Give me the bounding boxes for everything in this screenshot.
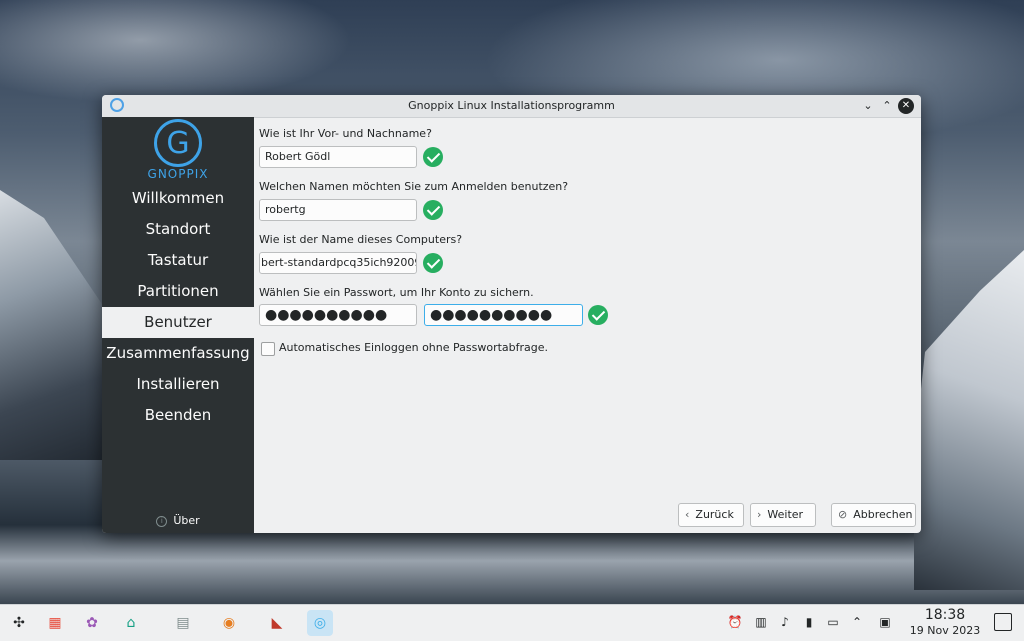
usb-icon[interactable]: ▮ — [800, 613, 818, 631]
name-value: Robert Gödl — [265, 150, 331, 163]
step-zusammenfassung: Zusammenfassung — [106, 344, 250, 362]
cancel-icon: ⊘ — [838, 508, 848, 521]
computer-name-valid-icon — [423, 253, 443, 273]
title-bar[interactable]: Gnoppix Linux Installationsprogramm ⌄ ⌃ … — [102, 95, 921, 118]
login-question: Welchen Namen möchten Sie zum Anmelden b… — [259, 180, 569, 193]
show-desktop-icon[interactable] — [994, 613, 1012, 631]
step-beenden: Beenden — [144, 406, 212, 424]
clock-time[interactable]: 18:38 — [920, 607, 970, 623]
logo-text: GNOPPIX — [147, 167, 209, 181]
autologin-label[interactable]: Automatisches Einloggen ohne Passwortabf… — [279, 341, 548, 354]
step-willkommen: Willkommen — [131, 189, 225, 207]
maximize-icon[interactable]: ⌃ — [879, 98, 895, 114]
password-field[interactable]: ●●●●●●●●●● — [259, 304, 417, 326]
next-label: Weiter — [767, 508, 804, 521]
name-question: Wie ist Ihr Vor- und Nachname? — [259, 127, 432, 140]
sidebar: G GNOPPIX Willkommen Standort Tastatur P… — [102, 117, 254, 533]
cancel-button[interactable]: ⊘ Abbrechen — [831, 503, 916, 527]
wallpaper-mountain-right — [914, 250, 1024, 590]
back-button[interactable]: ‹ Zurück — [678, 503, 744, 527]
close-icon[interactable]: ✕ — [898, 98, 914, 114]
login-field[interactable]: robertg — [259, 199, 417, 221]
name-field[interactable]: Robert Gödl — [259, 146, 417, 168]
info-icon: i — [156, 516, 168, 527]
login-valid-icon — [423, 200, 443, 220]
taskbar: ✣ ▦ ✿ ⌂ ▤ ◉ ◣ ◎ ⏰ ▥ ♪ ▮ ▭ ⌃ ▣ 18:38 19 N… — [0, 604, 1024, 641]
monitor-icon[interactable]: ▣ — [874, 613, 896, 631]
tray-expand-icon[interactable]: ⌃ — [848, 613, 866, 631]
next-button[interactable]: › Weiter — [750, 503, 816, 527]
network-icon[interactable]: ▭ — [824, 613, 842, 631]
step-installieren: Installieren — [136, 375, 220, 393]
computer-name-value: bert-standardpcq35ich92009 — [261, 256, 417, 269]
about-label: Über — [173, 514, 200, 527]
step-tastatur: Tastatur — [147, 251, 209, 269]
password-repeat-value: ●●●●●●●●●● — [430, 307, 553, 323]
minimize-icon[interactable]: ⌄ — [860, 98, 876, 114]
alarm-clock-icon[interactable]: ⏰ — [726, 613, 744, 631]
step-benutzer: Benutzer — [102, 307, 254, 338]
chevron-left-icon: ‹ — [685, 508, 690, 521]
clock-date[interactable]: 19 Nov 2023 — [905, 624, 985, 637]
autologin-checkbox[interactable] — [261, 342, 275, 356]
chevron-right-icon: › — [757, 508, 762, 521]
step-list: Willkommen Standort Tastatur Partitionen… — [102, 183, 254, 431]
window-title: Gnoppix Linux Installationsprogramm — [408, 99, 615, 112]
firefox-icon[interactable]: ◉ — [216, 610, 242, 636]
about-button[interactable]: i Über — [102, 514, 254, 527]
installer-task-icon[interactable]: ◎ — [307, 610, 333, 636]
installer-window: Gnoppix Linux Installationsprogramm ⌄ ⌃ … — [102, 95, 921, 533]
computer-name-field[interactable]: bert-standardpcq35ich92009 — [259, 252, 417, 274]
file-manager-icon[interactable]: ▤ — [170, 610, 196, 636]
computer-question: Wie ist der Name dieses Computers? — [259, 233, 463, 246]
settings-app-icon[interactable]: ✿ — [79, 610, 105, 636]
app-grid-icon[interactable]: ▦ — [42, 610, 68, 636]
name-valid-icon — [423, 147, 443, 167]
password-value: ●●●●●●●●●● — [265, 307, 388, 323]
gnoppix-logo: G — [154, 119, 202, 167]
step-partitionen: Partitionen — [137, 282, 219, 300]
password-question: Wählen Sie ein Passwort, um Ihr Konto zu… — [259, 286, 534, 299]
wallpaper-mountain-left — [0, 190, 110, 470]
step-standort: Standort — [145, 220, 211, 238]
password-valid-icon — [588, 305, 608, 325]
launcher-icon[interactable]: ✣ — [6, 610, 32, 636]
clipboard-icon[interactable]: ▥ — [752, 613, 770, 631]
cancel-label: Abbrechen — [853, 508, 913, 521]
password-repeat-field[interactable]: ●●●●●●●●●● — [424, 304, 583, 326]
logo-letter: G — [166, 126, 190, 161]
user-form: Wie ist Ihr Vor- und Nachname? Robert Gö… — [254, 117, 921, 533]
login-value: robertg — [265, 203, 306, 216]
discover-icon[interactable]: ⌂ — [118, 610, 144, 636]
app-red-icon[interactable]: ◣ — [264, 610, 290, 636]
volume-icon[interactable]: ♪ — [776, 613, 794, 631]
back-label: Zurück — [695, 508, 734, 521]
